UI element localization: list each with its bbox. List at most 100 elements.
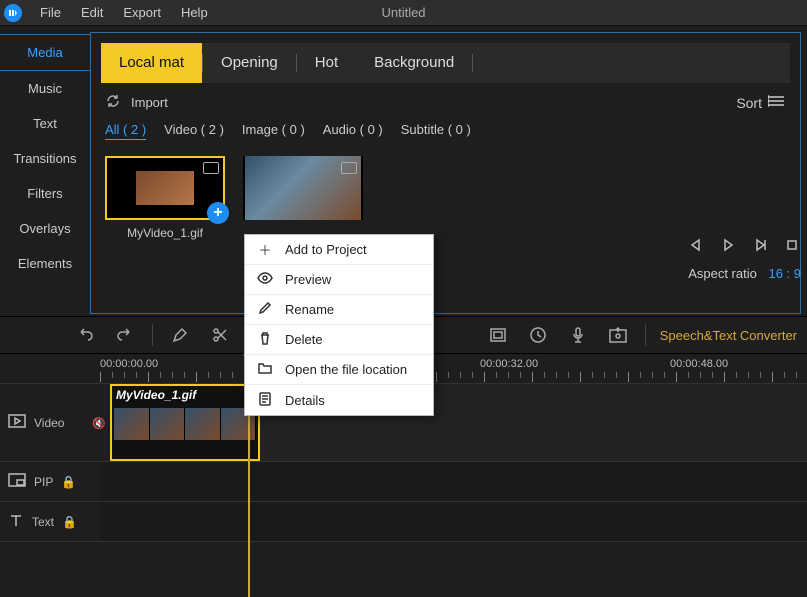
aspect-ratio-label: Aspect ratio xyxy=(688,266,757,281)
folder-icon xyxy=(257,362,273,377)
speech-text-converter-button[interactable]: Speech&Text Converter xyxy=(660,328,797,343)
sort-label[interactable]: Sort xyxy=(736,95,762,111)
text-track-icon xyxy=(8,512,24,531)
lock-icon[interactable]: 🔒 xyxy=(62,515,77,529)
tab-media[interactable]: Media xyxy=(0,34,90,71)
prev-frame-button[interactable] xyxy=(685,234,707,256)
filter-subtitle[interactable]: Subtitle ( 0 ) xyxy=(401,122,471,140)
clip-frames xyxy=(114,408,256,440)
ruler-time: 00:00:00.00 xyxy=(100,358,158,370)
left-tabs: Media Music Text Transitions Filters Ove… xyxy=(0,26,90,314)
media-filter-row: All ( 2 ) Video ( 2 ) Image ( 0 ) Audio … xyxy=(91,116,800,150)
voiceover-button[interactable] xyxy=(565,322,591,348)
tab-transitions[interactable]: Transitions xyxy=(0,141,90,176)
duration-button[interactable] xyxy=(525,322,551,348)
menu-export[interactable]: Export xyxy=(113,5,171,20)
track-label: Text xyxy=(32,515,54,529)
ctx-label: Open the file location xyxy=(285,362,407,377)
source-tab-background[interactable]: Background xyxy=(356,43,472,83)
refresh-icon[interactable] xyxy=(105,93,121,112)
tab-text[interactable]: Text xyxy=(0,106,90,141)
media-item[interactable] xyxy=(243,156,363,240)
track-header: Video xyxy=(0,414,100,431)
ctx-label: Delete xyxy=(285,332,323,347)
camera-icon xyxy=(341,162,357,174)
source-tabs: Local mat Opening Hot Background xyxy=(101,43,790,83)
lock-icon[interactable]: 🔒 xyxy=(61,475,76,489)
ctx-preview[interactable]: Preview xyxy=(245,265,433,295)
thumbnail-label: MyVideo_1.gif xyxy=(105,226,225,240)
track-label: PIP xyxy=(34,475,53,489)
tab-elements[interactable]: Elements xyxy=(0,246,90,281)
ctx-label: Details xyxy=(285,393,325,408)
tab-overlays[interactable]: Overlays xyxy=(0,211,90,246)
divider xyxy=(645,324,646,346)
track-label: Video xyxy=(34,416,64,430)
filter-audio[interactable]: Audio ( 0 ) xyxy=(323,122,383,140)
sort-icon[interactable] xyxy=(768,94,786,111)
thumbnail-box[interactable] xyxy=(243,156,363,220)
filter-video[interactable]: Video ( 2 ) xyxy=(164,122,224,140)
ruler-ticks xyxy=(100,372,807,382)
ctx-add-to-project[interactable]: ＋ Add to Project xyxy=(245,235,433,265)
ctx-delete[interactable]: Delete xyxy=(245,325,433,355)
divider xyxy=(152,324,153,346)
camera-icon xyxy=(203,162,219,174)
track-pip: PIP 🔒 xyxy=(0,462,807,502)
track-body[interactable] xyxy=(100,462,807,501)
ctx-label: Add to Project xyxy=(285,242,367,257)
project-title: Untitled xyxy=(381,5,425,20)
import-button[interactable]: Import xyxy=(131,95,168,110)
source-tab-local[interactable]: Local mat xyxy=(101,43,202,83)
stop-button[interactable] xyxy=(781,234,803,256)
menu-file[interactable]: File xyxy=(30,5,71,20)
source-tab-hot[interactable]: Hot xyxy=(297,43,356,83)
timeline-clip[interactable]: MyVideo_1.gif xyxy=(110,384,260,461)
ctx-label: Rename xyxy=(285,302,334,317)
edit-tool-button[interactable] xyxy=(167,322,193,348)
track-header: Text 🔒 xyxy=(0,512,100,531)
aspect-ratio-value: 16 : 9 xyxy=(768,266,801,281)
undo-button[interactable] xyxy=(72,322,98,348)
next-frame-button[interactable] xyxy=(749,234,771,256)
details-icon xyxy=(257,392,273,409)
ruler-time: 00:00:32.00 xyxy=(480,358,538,370)
tab-filters[interactable]: Filters xyxy=(0,176,90,211)
filter-all[interactable]: All ( 2 ) xyxy=(105,122,146,140)
add-to-timeline-icon[interactable]: + xyxy=(207,202,229,224)
ctx-details[interactable]: Details xyxy=(245,385,433,415)
media-thumbnails: + MyVideo_1.gif xyxy=(91,150,800,246)
aspect-ratio[interactable]: Aspect ratio 16 : 9 xyxy=(688,266,801,281)
source-tab-opening[interactable]: Opening xyxy=(203,43,296,83)
menu-edit[interactable]: Edit xyxy=(71,5,113,20)
filter-image[interactable]: Image ( 0 ) xyxy=(242,122,305,140)
import-row: Import Sort xyxy=(91,83,800,116)
eye-icon xyxy=(257,272,273,287)
tab-music[interactable]: Music xyxy=(0,71,90,106)
thumbnail-box[interactable]: + xyxy=(105,156,225,220)
track-header: PIP 🔒 xyxy=(0,473,100,490)
split-button[interactable] xyxy=(207,322,233,348)
menu-help[interactable]: Help xyxy=(171,5,218,20)
crop-button[interactable] xyxy=(485,322,511,348)
ctx-label: Preview xyxy=(285,272,331,287)
pip-track-icon xyxy=(8,473,26,490)
track-text: Text 🔒 xyxy=(0,502,807,542)
track-body[interactable] xyxy=(100,502,807,541)
plus-icon: ＋ xyxy=(257,240,273,259)
track-body[interactable]: MyVideo_1.gif xyxy=(110,384,807,461)
play-button[interactable] xyxy=(717,234,739,256)
ctx-rename[interactable]: Rename xyxy=(245,295,433,325)
thumbnail-image xyxy=(136,171,194,205)
ruler-time: 00:00:48.00 xyxy=(670,358,728,370)
trash-icon xyxy=(257,331,273,348)
media-item[interactable]: + MyVideo_1.gif xyxy=(105,156,225,240)
ctx-open-location[interactable]: Open the file location xyxy=(245,355,433,385)
export-frame-button[interactable] xyxy=(605,322,631,348)
pen-icon xyxy=(257,301,273,318)
redo-button[interactable] xyxy=(112,322,138,348)
preview-transport xyxy=(685,234,807,256)
mute-icon[interactable]: 🔇 xyxy=(92,417,106,430)
app-logo-icon xyxy=(4,4,22,22)
video-track-icon xyxy=(8,414,26,431)
